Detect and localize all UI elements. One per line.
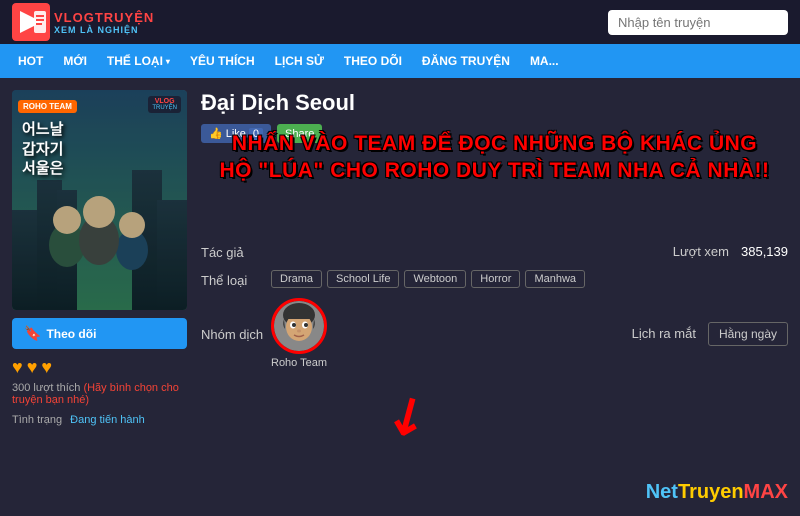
nav-genre[interactable]: THỂ LOẠI▾: [97, 44, 180, 78]
translator-release-row: Nhóm dịch: [201, 298, 788, 369]
watermark: NetTruyenMAX: [646, 481, 788, 504]
views-group: Lượt xem 385,139: [673, 244, 788, 259]
info-section: Tác giả Lượt xem 385,139 Thể loại Drama …: [201, 243, 788, 369]
genre-row: Thể loại Drama School Life Webtoon Horro…: [201, 270, 788, 288]
genre-label: Thể loại: [201, 271, 271, 288]
translator-label: Nhóm dịch: [201, 325, 271, 342]
navigation: HOT MỚI THỂ LOẠI▾ YÊU THÍCH LỊCH SỬ THEO…: [0, 44, 800, 78]
nav-hot[interactable]: HOT: [8, 44, 53, 78]
release-label: Lịch ra mắt: [632, 326, 696, 341]
translator-group-wrapper: Roho Team: [271, 298, 327, 369]
logo-line1: VLOGTRUYỆN: [54, 10, 154, 25]
right-panel: Đại Dịch Seoul 👍 Like 0 Share NHẤN VÀO T…: [201, 90, 788, 504]
like-count: 300 lượt thích (Hãy bình chọn cho truyện…: [12, 382, 187, 406]
left-panel: ROHO TEAM 어느날 갑자기 서울은 VLOG TRUYỆN 🔖 Theo…: [12, 90, 187, 504]
like-count-badge: 0: [249, 128, 263, 140]
tag-manhwa[interactable]: Manhwa: [525, 270, 585, 288]
views-label: Lượt xem: [673, 244, 729, 259]
logo-line2: XEM LÀ NGHIỆN: [54, 25, 154, 35]
translator-avatar: [271, 298, 327, 354]
share-button[interactable]: Share: [277, 124, 322, 143]
logo-text: VLOGTRUYỆN XEM LÀ NGHIỆN: [54, 10, 154, 35]
nav-more[interactable]: MA...: [520, 44, 569, 78]
nav-upload[interactable]: ĐĂNG TRUYỆN: [412, 44, 520, 78]
translator-face: [274, 301, 324, 351]
cover-logo-overlay: VLOG TRUYỆN: [148, 96, 181, 113]
tag-drama[interactable]: Drama: [271, 270, 322, 288]
red-arrow-icon: ↙: [374, 379, 439, 450]
tag-school[interactable]: School Life: [327, 270, 399, 288]
genre-tags: Drama School Life Webtoon Horror Manhwa: [271, 270, 585, 288]
search-input[interactable]: [608, 10, 788, 35]
status-label: Tình trạng: [12, 414, 62, 426]
author-label: Tác giả: [201, 243, 271, 260]
nav-follow[interactable]: THEO DÕI: [334, 44, 412, 78]
thumbs-up-icon: 👍: [209, 127, 223, 140]
cover-kr-title: 어느날 갑자기 서울은: [22, 120, 63, 179]
follow-button[interactable]: 🔖 Theo dõi: [12, 318, 187, 349]
hearts-rating: ♥ ♥ ♥: [12, 357, 187, 378]
logo-icon: [12, 3, 50, 41]
cover-image: ROHO TEAM 어느날 갑자기 서울은 VLOG TRUYỆN: [12, 90, 187, 310]
team-badge: ROHO TEAM: [18, 96, 77, 114]
nav-favorites[interactable]: YÊU THÍCH: [180, 44, 265, 78]
translator-group[interactable]: Roho Team: [271, 298, 327, 369]
heart-2: ♥: [27, 357, 38, 378]
social-row: 👍 Like 0 Share: [201, 124, 788, 143]
author-views-row: Tác giả Lượt xem 385,139: [201, 243, 788, 260]
release-group: Lịch ra mắt Hằng ngày: [632, 322, 788, 346]
release-value: Hằng ngày: [708, 322, 788, 346]
header: VLOGTRUYỆN XEM LÀ NGHIỆN: [0, 0, 800, 44]
nav-new[interactable]: MỚI: [53, 44, 97, 78]
chevron-down-icon: ▾: [166, 57, 170, 66]
like-label: Like: [226, 128, 246, 140]
heart-3: ♥: [41, 357, 52, 378]
tag-horror[interactable]: Horror: [471, 270, 520, 288]
heart-1: ♥: [12, 357, 23, 378]
status-value: Đang tiến hành: [70, 414, 145, 426]
bookmark-icon: 🔖: [24, 325, 41, 342]
manga-title: Đại Dịch Seoul: [201, 90, 788, 116]
tag-webtoon[interactable]: Webtoon: [404, 270, 466, 288]
main-content: ROHO TEAM 어느날 갑자기 서울은 VLOG TRUYỆN 🔖 Theo…: [0, 78, 800, 516]
logo: VLOGTRUYỆN XEM LÀ NGHIỆN: [12, 3, 154, 41]
nav-history[interactable]: LỊCH SỬ: [265, 44, 334, 78]
overlay-line-2: HỘ "LÚA" CHO ROHO DUY TRÌ TEAM NHA CẢ NH…: [201, 157, 788, 184]
like-button[interactable]: 👍 Like 0: [201, 124, 271, 143]
views-value: 385,139: [741, 244, 788, 259]
translator-name: Roho Team: [271, 357, 327, 369]
status-row: Tình trạng Đang tiến hành: [12, 414, 187, 426]
